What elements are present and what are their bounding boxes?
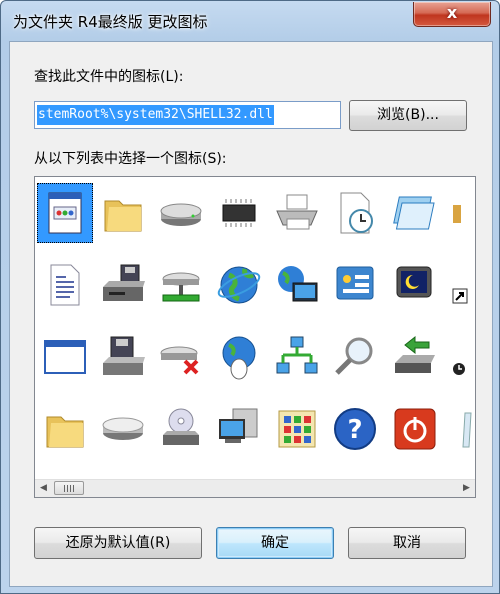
icon-cell[interactable] xyxy=(153,399,209,459)
scroll-thumb[interactable] xyxy=(54,481,84,495)
network-icon xyxy=(276,336,318,374)
icon-cell[interactable] xyxy=(211,327,267,387)
removable-drive-icon xyxy=(395,335,435,373)
restore-defaults-button[interactable]: 还原为默认值(R) xyxy=(34,527,202,559)
icon-cell[interactable] xyxy=(153,327,209,387)
icon-cell[interactable] xyxy=(211,399,267,459)
icon-cell[interactable] xyxy=(269,255,325,315)
window-title: 为文件夹 R4最终版 更改图标 xyxy=(13,13,208,31)
icon-cell[interactable] xyxy=(387,255,443,315)
globe-monitor-icon xyxy=(278,266,318,302)
icon-file-path-input[interactable]: stemRoot%\system32\SHELL32.dll xyxy=(34,101,341,129)
icon-cell[interactable] xyxy=(269,399,325,459)
chip-icon xyxy=(222,199,256,227)
cd-drive-icon xyxy=(163,408,199,445)
dialog-body: 查找此文件中的图标(L): stemRoot%\system32\SHELL32… xyxy=(9,41,493,587)
icon-cell[interactable] xyxy=(95,399,151,459)
icon-cell[interactable] xyxy=(95,327,151,387)
shortcut-arrow-icon xyxy=(452,288,468,304)
disc-drive-icon xyxy=(102,417,144,440)
power-clock-icon xyxy=(453,363,465,375)
scroll-left-icon[interactable]: ◀ xyxy=(35,480,52,497)
icon-cell[interactable] xyxy=(211,255,267,315)
icon-cell[interactable] xyxy=(37,327,93,387)
icon-cell[interactable] xyxy=(269,183,325,243)
network-drive-icon xyxy=(162,272,200,302)
icon-cell[interactable] xyxy=(447,255,475,315)
icon-cell[interactable] xyxy=(153,183,209,243)
icon-cell[interactable]: ? xyxy=(327,399,383,459)
icon-cell[interactable] xyxy=(95,255,151,315)
cancel-button[interactable]: 取消 xyxy=(348,527,466,559)
icon-cell[interactable] xyxy=(387,399,443,459)
drive-icon xyxy=(160,203,202,226)
icon-cell[interactable] xyxy=(447,399,475,459)
floppy-drive-icon xyxy=(103,264,145,301)
svg-text:?: ? xyxy=(347,415,362,445)
shutdown-icon xyxy=(394,408,436,450)
computer-icon xyxy=(219,408,258,443)
help-icon: ? xyxy=(334,408,376,450)
text-document-icon xyxy=(50,264,80,306)
printer-icon xyxy=(276,194,318,230)
horizontal-scrollbar[interactable]: ◀ ▶ xyxy=(35,479,475,497)
globe-icon xyxy=(217,266,261,304)
browse-button[interactable]: 浏览(B)... xyxy=(349,100,467,131)
icon-cell[interactable] xyxy=(37,183,93,243)
blank-window-icon xyxy=(44,340,86,374)
icon-cell[interactable] xyxy=(269,327,325,387)
icon-cell[interactable] xyxy=(327,183,383,243)
clock-document-icon xyxy=(340,192,373,234)
path-input-value: stemRoot%\system32\SHELL32.dll xyxy=(37,105,274,125)
partial-icon xyxy=(453,205,461,223)
window-stack-icon xyxy=(393,196,435,230)
document-window-icon xyxy=(48,192,82,234)
icon-cell[interactable] xyxy=(95,183,151,243)
disconnected-drive-icon xyxy=(160,346,199,375)
ok-button[interactable]: 确定 xyxy=(216,527,334,559)
scroll-right-icon[interactable]: ▶ xyxy=(458,480,475,497)
select-icon-label: 从以下列表中选择一个图标(S): xyxy=(34,151,227,167)
magnifier-icon xyxy=(335,337,373,375)
floppy-disk-icon xyxy=(103,336,145,375)
monitor-moon-icon xyxy=(396,266,432,298)
close-icon: x xyxy=(446,3,458,22)
icon-cell[interactable] xyxy=(447,327,475,387)
icon-cell[interactable] xyxy=(327,327,383,387)
icon-cell[interactable] xyxy=(153,255,209,315)
program-grid-icon xyxy=(278,410,316,448)
icon-cell[interactable] xyxy=(37,255,93,315)
recycle-bin-icon xyxy=(462,412,472,448)
folder-icon xyxy=(46,416,84,448)
control-panel-icon xyxy=(336,266,374,300)
icon-cell[interactable] xyxy=(211,183,267,243)
icon-list[interactable]: ? ◀ ▶ xyxy=(34,176,476,498)
title-bar[interactable]: 为文件夹 R4最终版 更改图标 x xyxy=(1,1,499,41)
close-button[interactable]: x xyxy=(413,2,491,27)
dialog-window: 为文件夹 R4最终版 更改图标 x 查找此文件中的图标(L): stemRoot… xyxy=(0,0,500,594)
find-label: 查找此文件中的图标(L): xyxy=(34,69,184,85)
folder-icon xyxy=(104,200,142,232)
icon-cell[interactable] xyxy=(447,183,475,243)
icon-cell[interactable] xyxy=(37,399,93,459)
icon-cell[interactable] xyxy=(327,255,383,315)
icon-cell[interactable] xyxy=(387,183,443,243)
icon-cell[interactable] xyxy=(387,327,443,387)
globe-mouse-icon xyxy=(222,336,256,380)
